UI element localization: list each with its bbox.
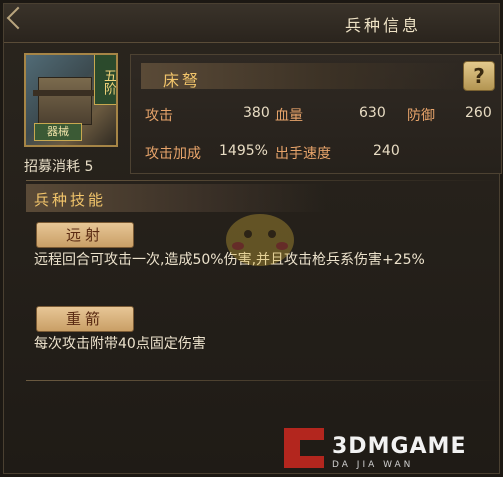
stat-hp-label: 血量 xyxy=(275,108,303,124)
tier-badge: 五阶 xyxy=(94,55,116,105)
mascot-watermark-icon xyxy=(226,214,294,266)
stat-attack-bonus: 攻击加成 1495% xyxy=(145,143,268,163)
stat-defense-label: 防御 xyxy=(407,108,435,124)
divider-bottom xyxy=(26,380,502,381)
stat-attack-bonus-value: 1495% xyxy=(219,143,268,159)
unit-info-panel: 兵种信息 五阶 器械 招募消耗 5 床弩 ? 攻击 380 血量 630 防御 … xyxy=(3,3,502,474)
category-badge: 器械 xyxy=(34,123,82,141)
back-arrow-icon[interactable] xyxy=(6,6,30,30)
divider xyxy=(26,180,502,181)
stats-box: 床弩 ? 攻击 380 血量 630 防御 260 攻击加成 1495% 出手速… xyxy=(130,54,502,174)
unit-name-bar: 床弩 xyxy=(141,63,461,90)
title-bar: 兵种信息 xyxy=(4,4,499,43)
stat-speed-value: 240 xyxy=(373,143,400,159)
stat-attack-label: 攻击 xyxy=(145,108,173,124)
watermark-subtext: DA JIA WAN xyxy=(332,460,414,470)
stat-speed-label: 出手速度 xyxy=(275,146,331,162)
help-button[interactable]: ? xyxy=(463,61,495,91)
skills-section-title: 兵种技能 xyxy=(34,191,107,209)
stat-speed: 出手速度 240 xyxy=(275,143,400,163)
stat-attack-bonus-label: 攻击加成 xyxy=(145,146,201,162)
stat-defense-value: 260 xyxy=(465,105,492,121)
skill-desc-heavy-arrow: 每次攻击附带40点固定伤害 xyxy=(34,336,206,352)
stat-defense: 防御 260 xyxy=(407,105,492,125)
ballista-image xyxy=(33,77,97,125)
recruit-cost-label: 招募消耗 xyxy=(24,159,80,175)
stat-hp-value: 630 xyxy=(359,105,386,121)
site-watermark: 3DMGAME DA JIA WAN xyxy=(284,424,500,474)
stat-hp: 血量 630 xyxy=(275,105,386,125)
unit-portrait: 五阶 器械 xyxy=(24,53,118,147)
unit-name: 床弩 xyxy=(163,71,202,90)
recruit-cost-value: 5 xyxy=(84,159,94,175)
stat-attack-value: 380 xyxy=(243,105,270,121)
watermark-text: 3DMGAME xyxy=(332,434,467,459)
window-title: 兵种信息 xyxy=(344,16,421,35)
watermark-logo-icon xyxy=(284,428,324,468)
skill-tag-ranged[interactable]: 远射 xyxy=(36,222,134,248)
skill-tag-heavy-arrow[interactable]: 重箭 xyxy=(36,306,134,332)
recruit-cost: 招募消耗 5 xyxy=(24,156,93,176)
stat-attack: 攻击 380 xyxy=(145,105,270,125)
